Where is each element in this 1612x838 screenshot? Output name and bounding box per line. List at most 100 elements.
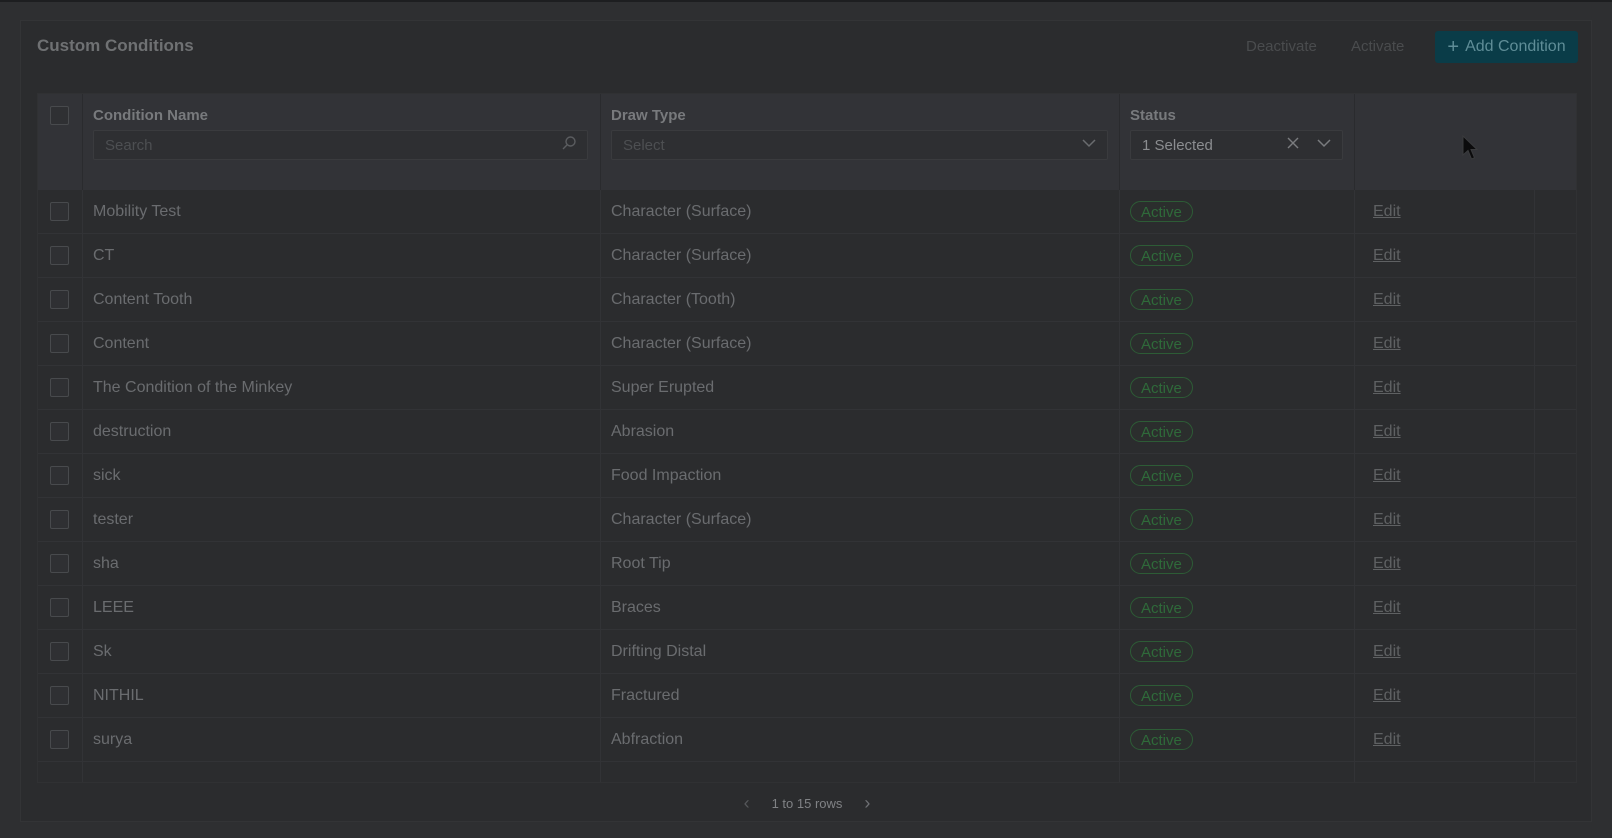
- status-badge: Active: [1130, 377, 1193, 398]
- status-badge: Active: [1130, 597, 1193, 618]
- row-checkbox[interactable]: [50, 686, 69, 705]
- status-badge: Active: [1130, 201, 1193, 222]
- search-icon: [562, 136, 576, 150]
- table-row: Content Tooth Character (Tooth) Active E…: [38, 278, 1576, 322]
- plus-icon: +: [1447, 36, 1460, 58]
- page-title: Custom Conditions: [37, 36, 194, 55]
- condition-name-cell: NITHIL: [93, 687, 144, 704]
- row-checkbox[interactable]: [50, 642, 69, 661]
- status-badge: Active: [1130, 333, 1193, 354]
- condition-name-cell: CT: [93, 247, 115, 264]
- row-checkbox[interactable]: [50, 246, 69, 265]
- condition-name-cell: destruction: [93, 423, 172, 440]
- edit-link[interactable]: Edit: [1373, 555, 1401, 573]
- draw-type-cell: Character (Tooth): [611, 291, 736, 308]
- select-all-checkbox[interactable]: [50, 106, 69, 125]
- edit-link[interactable]: Edit: [1373, 687, 1401, 705]
- condition-name-cell: surya: [93, 731, 133, 748]
- table-row: surya Abfraction Active Edit: [38, 718, 1576, 762]
- row-checkbox[interactable]: [50, 378, 69, 397]
- draw-type-cell: Drifting Distal: [611, 643, 707, 660]
- condition-name-cell: Content: [93, 335, 150, 352]
- draw-type-cell: Character (Surface): [611, 203, 752, 220]
- condition-name-cell: The Condition of the Minkey: [93, 379, 293, 396]
- status-select[interactable]: 1 Selected: [1130, 130, 1343, 160]
- column-header-draw-type[interactable]: Draw Type: [611, 107, 686, 124]
- condition-name-cell: tester: [93, 511, 134, 528]
- pagination: ‹ 1 to 15 rows ›: [21, 791, 1593, 815]
- draw-type-cell: Abrasion: [611, 423, 675, 440]
- table-header: Condition Name Search Draw Type Select S…: [38, 94, 1576, 190]
- row-checkbox[interactable]: [50, 554, 69, 573]
- edit-link[interactable]: Edit: [1373, 203, 1401, 221]
- draw-type-select[interactable]: Select: [611, 130, 1108, 160]
- status-badge: Active: [1130, 509, 1193, 530]
- table-row: sha Root Tip Active Edit: [38, 542, 1576, 586]
- table-body: Mobility Test Character (Surface) Active…: [38, 190, 1576, 762]
- edit-link[interactable]: Edit: [1373, 291, 1401, 309]
- status-badge: Active: [1130, 641, 1193, 662]
- draw-type-cell: Abfraction: [611, 731, 684, 748]
- table-row: destruction Abrasion Active Edit: [38, 410, 1576, 454]
- edit-link[interactable]: Edit: [1373, 599, 1401, 617]
- edit-link[interactable]: Edit: [1373, 247, 1401, 265]
- chevron-down-icon: [1082, 139, 1096, 148]
- row-checkbox[interactable]: [50, 422, 69, 441]
- draw-type-cell: Fractured: [611, 687, 680, 704]
- custom-conditions-panel: Custom Conditions Deactivate Activate + …: [20, 20, 1592, 822]
- add-condition-button[interactable]: + Add Condition: [1435, 31, 1578, 63]
- condition-name-search-input[interactable]: Search: [93, 130, 588, 160]
- search-placeholder: Search: [105, 136, 153, 154]
- status-badge: Active: [1130, 553, 1193, 574]
- mouse-cursor-icon: [1462, 135, 1478, 160]
- table-row: NITHIL Fractured Active Edit: [38, 674, 1576, 718]
- row-checkbox[interactable]: [50, 598, 69, 617]
- row-checkbox[interactable]: [50, 334, 69, 353]
- pagination-info: 1 to 15 rows: [771, 795, 843, 811]
- draw-type-cell: Braces: [611, 599, 661, 616]
- previous-page-icon[interactable]: ‹: [744, 793, 750, 814]
- edit-link[interactable]: Edit: [1373, 467, 1401, 485]
- edit-link[interactable]: Edit: [1373, 511, 1401, 529]
- column-divider: [600, 94, 601, 190]
- table-row: tester Character (Surface) Active Edit: [38, 498, 1576, 542]
- status-badge: Active: [1130, 465, 1193, 486]
- edit-link[interactable]: Edit: [1373, 379, 1401, 397]
- column-header-status[interactable]: Status: [1130, 107, 1176, 124]
- add-condition-label: Add Condition: [1465, 38, 1566, 55]
- edit-link[interactable]: Edit: [1373, 423, 1401, 441]
- column-divider: [1354, 94, 1355, 190]
- column-divider: [82, 94, 83, 190]
- deactivate-button[interactable]: Deactivate: [1246, 38, 1317, 55]
- top-border: [0, 0, 1612, 2]
- table-row: Mobility Test Character (Surface) Active…: [38, 190, 1576, 234]
- draw-type-cell: Character (Surface): [611, 247, 752, 264]
- draw-type-cell: Root Tip: [611, 555, 671, 572]
- chevron-down-icon[interactable]: [1316, 135, 1332, 151]
- draw-type-cell: Food Impaction: [611, 467, 722, 484]
- row-checkbox[interactable]: [50, 290, 69, 309]
- draw-type-placeholder: Select: [623, 136, 665, 154]
- clear-icon[interactable]: [1286, 135, 1300, 151]
- row-checkbox[interactable]: [50, 510, 69, 529]
- status-badge: Active: [1130, 729, 1193, 750]
- table-row: Sk Drifting Distal Active Edit: [38, 630, 1576, 674]
- column-header-condition-name[interactable]: Condition Name: [93, 107, 208, 124]
- edit-link[interactable]: Edit: [1373, 731, 1401, 749]
- row-checkbox[interactable]: [50, 466, 69, 485]
- condition-name-cell: Mobility Test: [93, 203, 181, 220]
- activate-button[interactable]: Activate: [1351, 38, 1404, 55]
- row-checkbox[interactable]: [50, 730, 69, 749]
- column-divider: [1119, 94, 1120, 190]
- edit-link[interactable]: Edit: [1373, 643, 1401, 661]
- status-badge: Active: [1130, 685, 1193, 706]
- condition-name-cell: Content Tooth: [93, 291, 193, 308]
- edit-link[interactable]: Edit: [1373, 335, 1401, 353]
- row-checkbox[interactable]: [50, 202, 69, 221]
- table-row: The Condition of the Minkey Super Erupte…: [38, 366, 1576, 410]
- draw-type-cell: Character (Surface): [611, 511, 752, 528]
- table-row: LEEE Braces Active Edit: [38, 586, 1576, 630]
- status-badge: Active: [1130, 421, 1193, 442]
- next-page-icon[interactable]: ›: [864, 793, 870, 814]
- status-badge: Active: [1130, 289, 1193, 310]
